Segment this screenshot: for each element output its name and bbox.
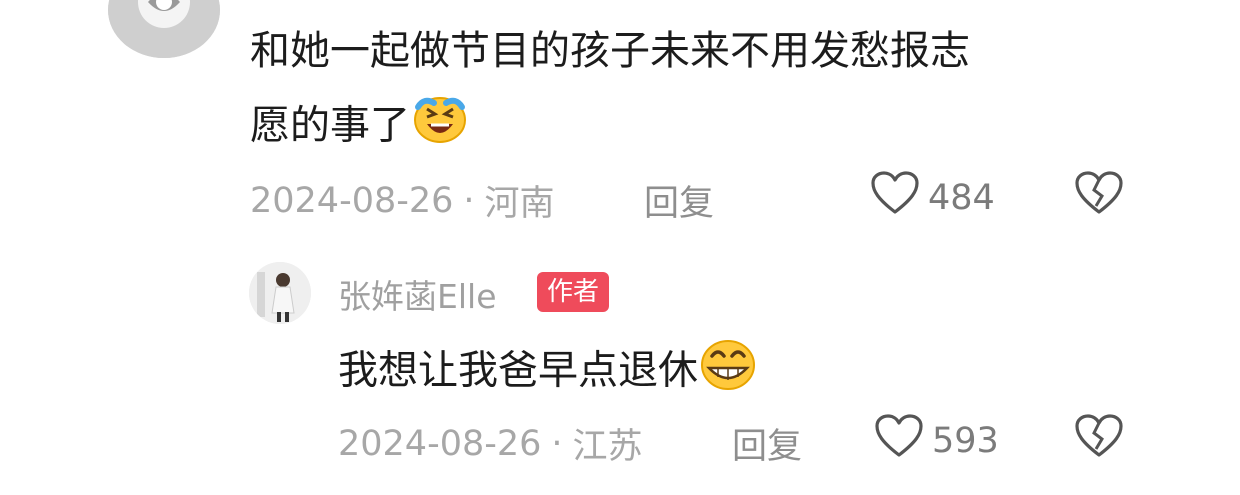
dislike-button[interactable] bbox=[1074, 413, 1124, 463]
heart-outline-icon bbox=[870, 170, 920, 225]
broken-heart-icon bbox=[1074, 171, 1124, 220]
grinning-emoji-icon bbox=[698, 336, 758, 409]
meta-separator: · bbox=[463, 180, 475, 221]
commenter-avatar[interactable] bbox=[108, 0, 220, 58]
reply-meta: 2024-08-26 · 江苏 bbox=[338, 418, 643, 469]
reply-button[interactable]: 回复 bbox=[732, 418, 802, 469]
laughing-crying-emoji-icon bbox=[410, 93, 468, 162]
comment-text-line2: 愿的事了 bbox=[250, 93, 468, 162]
meta-separator: · bbox=[551, 423, 563, 464]
dislike-button[interactable] bbox=[1074, 170, 1124, 220]
reply-text: 我想让我爸早点退休 bbox=[338, 336, 758, 409]
comment-text-line1: 和她一起做节目的孩子未来不用发愁报志 bbox=[250, 28, 970, 74]
like-button[interactable]: 593 bbox=[874, 413, 999, 468]
comment-location: 河南 bbox=[484, 184, 555, 224]
broken-heart-icon bbox=[1074, 414, 1124, 463]
author-avatar[interactable] bbox=[249, 262, 311, 324]
reply-location: 江苏 bbox=[572, 427, 643, 467]
comment-date: 2024-08-26 bbox=[250, 180, 454, 221]
heart-outline-icon bbox=[874, 413, 924, 468]
reply-date: 2024-08-26 bbox=[338, 423, 542, 464]
comment-meta: 2024-08-26 · 河南 bbox=[250, 175, 555, 226]
reply-text-content: 我想让我爸早点退休 bbox=[338, 347, 698, 394]
author-badge: 作者 bbox=[537, 272, 610, 312]
author-username[interactable]: 张姩菡Elle bbox=[338, 270, 497, 318]
like-count: 593 bbox=[932, 420, 999, 461]
reply-button[interactable]: 回复 bbox=[644, 175, 714, 226]
like-count: 484 bbox=[928, 177, 995, 218]
like-button[interactable]: 484 bbox=[870, 170, 995, 225]
comment-text-line2-content: 愿的事了 bbox=[250, 102, 410, 149]
